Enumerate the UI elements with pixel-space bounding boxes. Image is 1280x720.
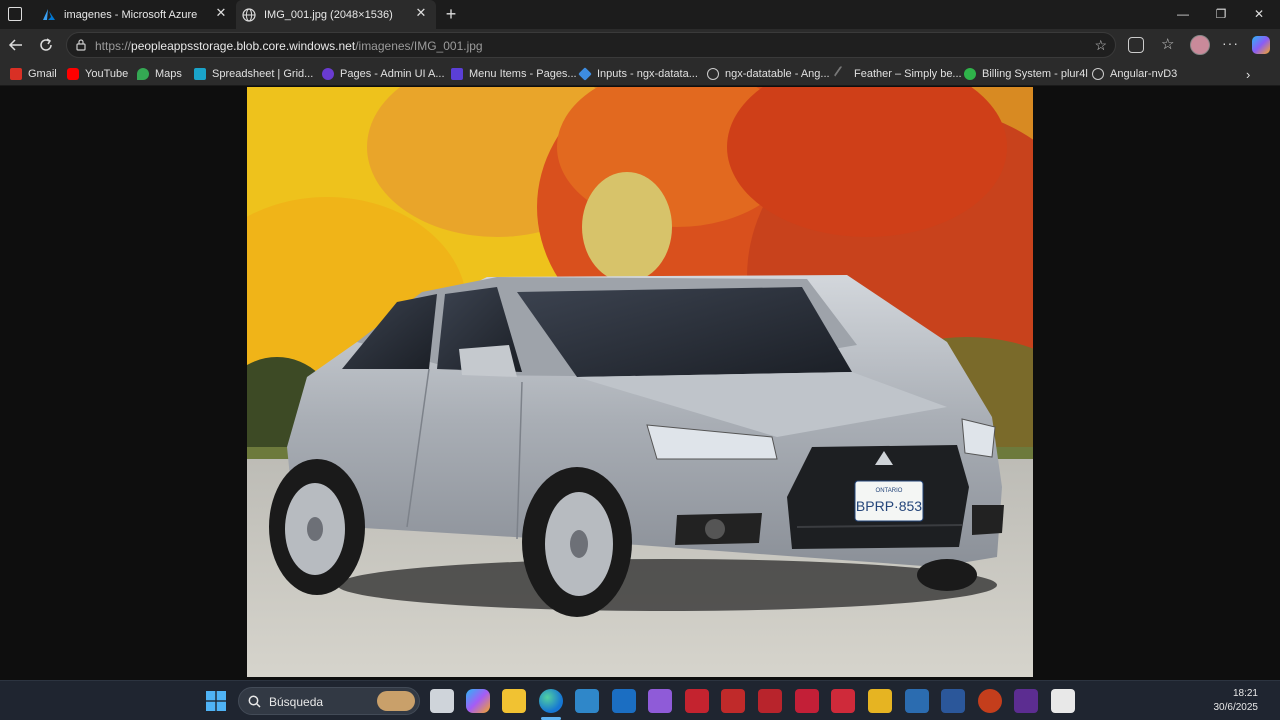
bookmark-label: Feather – Simply be... <box>854 68 962 80</box>
bookmark-pages-admin[interactable]: Pages - Admin UI A... <box>322 66 445 82</box>
arrow-left-icon <box>8 39 22 51</box>
refresh-icon <box>40 38 52 51</box>
feather-icon <box>833 65 851 83</box>
bookmark-feather[interactable]: Feather – Simply be... <box>833 65 962 83</box>
url-text: https://peopleappsstorage.blob.core.wind… <box>95 39 483 53</box>
favorites-icon[interactable]: ☆ <box>1161 35 1174 53</box>
search-highlight-icon <box>377 691 415 711</box>
tab-azure[interactable]: imagenes - Microsoft Azure ✕ <box>36 0 236 29</box>
visual-studio-icon[interactable] <box>648 689 672 713</box>
app-red-3-icon[interactable] <box>758 689 782 713</box>
bookmark-youtube[interactable]: YouTube <box>67 66 128 82</box>
app-yellow-icon[interactable] <box>868 689 892 713</box>
bookmark-label: Spreadsheet | Grid... <box>212 68 314 80</box>
url-host: peopleappsstorage.blob.core.windows.net <box>131 39 356 53</box>
clock-date: 30/6/2025 <box>1213 702 1259 713</box>
globe-icon <box>242 7 256 22</box>
bookmark-label: Maps <box>155 68 182 80</box>
photo-car: ONTARIO BPRP·853 <box>247 87 1033 677</box>
minimize-icon[interactable]: — <box>1164 0 1202 29</box>
ngx-icon <box>578 67 592 81</box>
copilot-icon[interactable] <box>1252 36 1270 54</box>
restore-icon[interactable]: ❐ <box>1202 0 1240 29</box>
task-view-icon[interactable] <box>430 689 454 713</box>
back-button[interactable] <box>4 33 28 57</box>
bookmark-label: Menu Items - Pages... <box>469 68 577 80</box>
address-bar[interactable]: https://peopleappsstorage.blob.core.wind… <box>66 32 1116 58</box>
more-bookmarks-chevron-icon[interactable]: › <box>1246 66 1250 82</box>
search-placeholder: Búsqueda <box>269 695 324 709</box>
bookmark-label: Billing System - plur4l <box>982 68 1088 80</box>
app-white-icon[interactable] <box>1051 689 1075 713</box>
refresh-button[interactable] <box>34 33 58 57</box>
app-red-4-icon[interactable] <box>795 689 819 713</box>
globe-icon <box>1092 68 1104 80</box>
lock-icon[interactable] <box>74 38 88 52</box>
bookmark-gmail[interactable]: Gmail <box>10 66 57 82</box>
taskbar-search-box[interactable]: Búsqueda <box>238 687 420 715</box>
copilot-taskbar-icon[interactable] <box>466 689 490 713</box>
app-red-5-icon[interactable] <box>831 689 855 713</box>
url-prefix: https:// <box>95 39 132 53</box>
menu-pages-icon <box>451 68 463 80</box>
more-menu-icon[interactable]: ··· <box>1222 35 1239 51</box>
word-icon[interactable] <box>941 689 965 713</box>
bookmark-menu-items[interactable]: Menu Items - Pages... <box>451 66 577 82</box>
car-photo-image: ONTARIO BPRP·853 <box>247 87 1033 677</box>
bookmark-label: Inputs - ngx-datata... <box>597 68 698 80</box>
bookmark-ngx-datatable[interactable]: ngx-datatable - Ang... <box>707 66 830 82</box>
windows-start-icon[interactable] <box>206 691 226 711</box>
app-red-2-icon[interactable] <box>721 689 745 713</box>
bookmark-label: Gmail <box>28 68 57 80</box>
close-window-icon[interactable]: ✕ <box>1240 0 1278 29</box>
azure-icon <box>43 8 55 20</box>
search-icon <box>248 695 261 708</box>
extensions-icon[interactable] <box>1128 37 1144 53</box>
clock-time: 18:21 <box>1232 688 1258 699</box>
tab-image[interactable]: IMG_001.jpg (2048×1536) ✕ <box>236 0 436 29</box>
tab-title: IMG_001.jpg (2048×1536) <box>264 8 393 21</box>
bookmark-maps[interactable]: Maps <box>137 66 182 82</box>
app-red-1-icon[interactable] <box>685 689 709 713</box>
browser-toolbar: https://peopleappsstorage.blob.core.wind… <box>0 29 1280 61</box>
pages-icon <box>322 68 334 80</box>
bookmark-angular-nvd3[interactable]: Angular-nvD3 <box>1092 66 1177 82</box>
globe-icon <box>707 68 719 80</box>
bookmark-billing[interactable]: Billing System - plur4l <box>964 66 1088 82</box>
bookmark-label: Angular-nvD3 <box>1110 68 1178 80</box>
outlook-icon[interactable] <box>612 689 636 713</box>
file-explorer-icon[interactable] <box>502 689 526 713</box>
url-path: /imagenes/IMG_001.jpg <box>355 39 483 53</box>
maps-pin-icon <box>137 68 149 80</box>
app-blue-icon[interactable] <box>905 689 929 713</box>
new-tab-icon[interactable]: + <box>442 4 460 24</box>
edge-browser-icon[interactable] <box>539 689 563 713</box>
bookmarks-bar: Gmail YouTube Maps Spreadsheet | Grid...… <box>0 61 1280 86</box>
bookmark-inputs[interactable]: Inputs - ngx-datata... <box>578 66 698 82</box>
favorite-star-icon[interactable]: ☆ <box>1094 37 1107 54</box>
spreadsheet-icon <box>194 68 206 80</box>
taskbar: Búsqueda 18:21 30/6/2025 <box>0 680 1280 720</box>
close-tab-icon[interactable]: ✕ <box>414 6 428 20</box>
system-clock[interactable]: 18:21 30/6/2025 <box>1214 687 1259 715</box>
terminal-icon[interactable] <box>1014 689 1038 713</box>
powerpoint-icon[interactable] <box>978 689 1002 713</box>
youtube-icon <box>67 68 79 80</box>
bookmark-label: YouTube <box>85 68 129 80</box>
store-icon[interactable] <box>575 689 599 713</box>
bookmark-label: Pages - Admin UI A... <box>340 68 445 80</box>
page-viewport: ONTARIO BPRP·853 <box>0 87 1280 677</box>
bookmark-label: ngx-datatable - Ang... <box>725 68 830 80</box>
bookmark-spreadsheet[interactable]: Spreadsheet | Grid... <box>194 66 313 82</box>
gmail-icon <box>10 68 22 80</box>
tab-strip: imagenes - Microsoft Azure ✕ IMG_001.jpg… <box>0 0 1280 29</box>
tab-actions-icon[interactable] <box>8 7 22 21</box>
avatar[interactable] <box>1190 35 1210 55</box>
tab-title: imagenes - Microsoft Azure <box>64 8 198 21</box>
plate-region-text: ONTARIO <box>876 488 903 494</box>
license-plate-text: BPRP·853 <box>856 498 922 514</box>
check-icon <box>964 68 976 80</box>
close-tab-icon[interactable]: ✕ <box>214 6 228 20</box>
